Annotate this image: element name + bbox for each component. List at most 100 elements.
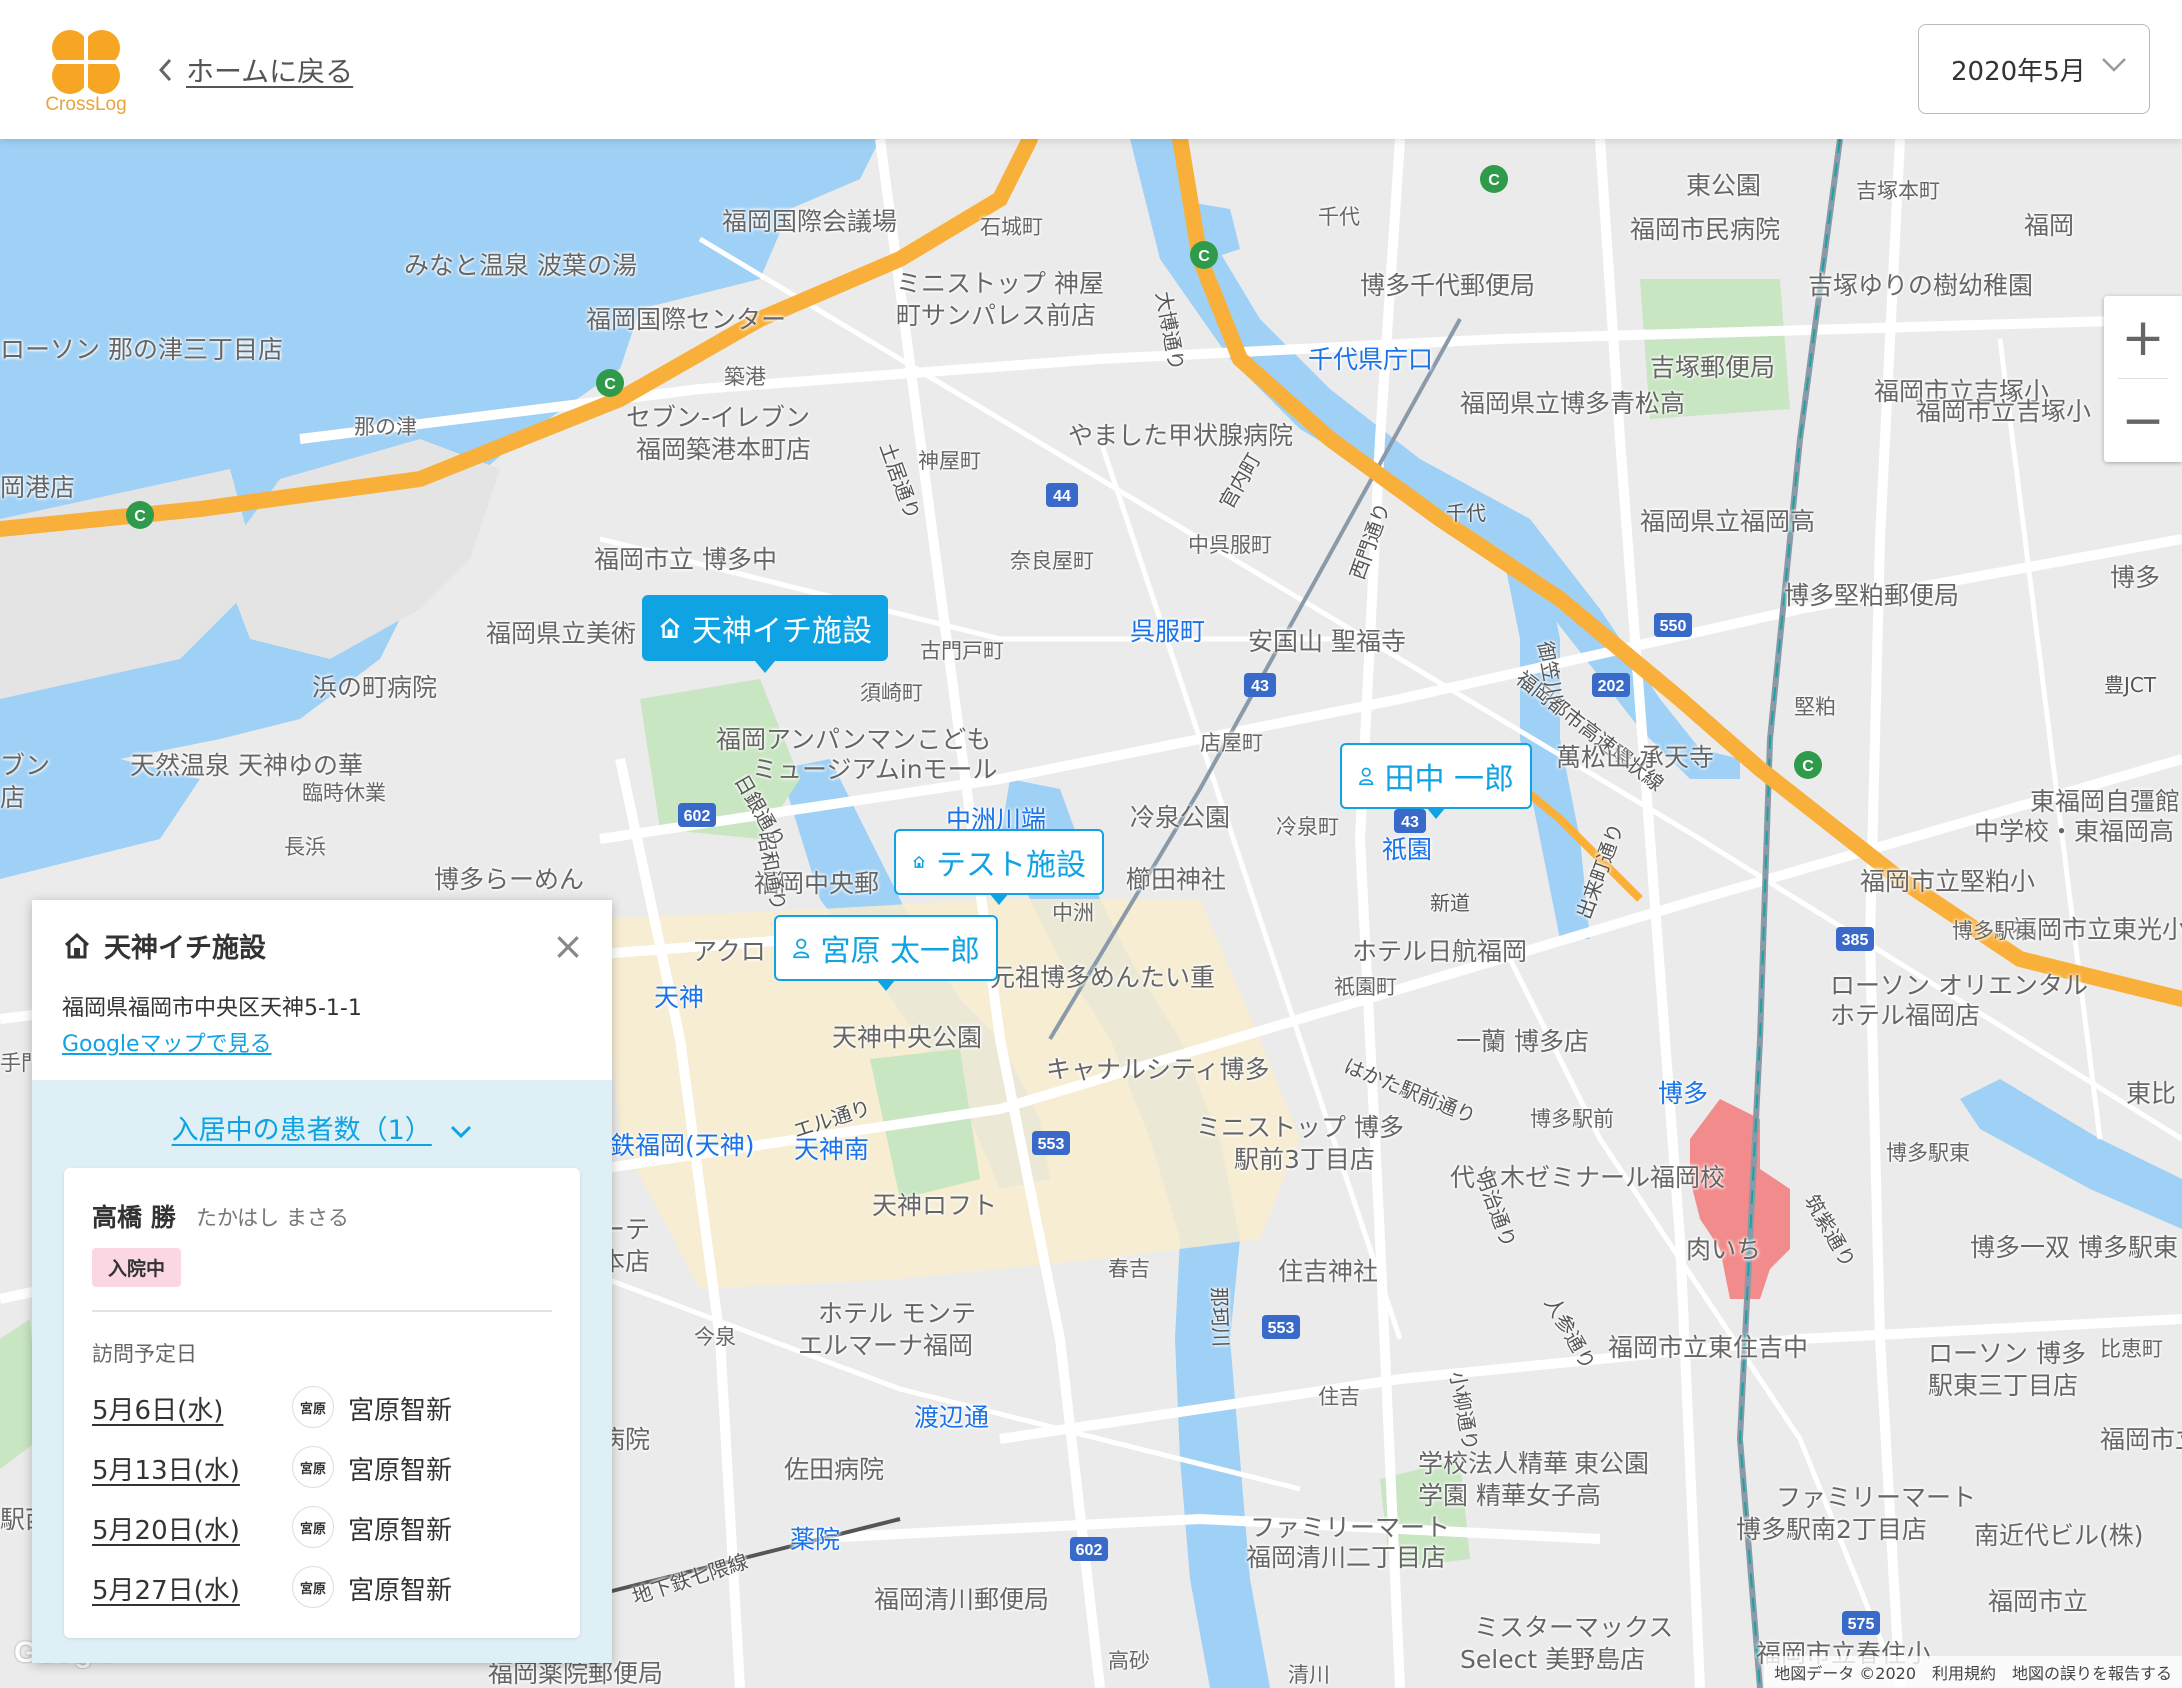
station-label[interactable]: 博多 bbox=[1658, 1079, 1708, 1109]
station-label[interactable]: 千代県庁口 bbox=[1308, 345, 1433, 375]
visit-row: 5月27日(水) 宮原 宮原智新 bbox=[92, 1564, 562, 1608]
poi-label: 福岡市立 bbox=[1988, 1587, 2089, 1616]
poi-label: 福岡市立 博多中 bbox=[594, 545, 777, 574]
poi-label: 元祖博多めんたい重 bbox=[990, 963, 1216, 992]
junction-label: 豊JCT bbox=[2104, 673, 2157, 697]
close-button[interactable]: × bbox=[552, 924, 584, 968]
zoom-controls: + − bbox=[2104, 296, 2182, 462]
station-label[interactable]: 薬院 bbox=[790, 1525, 840, 1555]
poi-label: ミスターマックス bbox=[1474, 1613, 1674, 1642]
poi-label: 今泉 bbox=[694, 1325, 736, 1349]
map-attribution[interactable]: 地図データ ©2020 利用規約 地図の誤りを報告する bbox=[1764, 1656, 2182, 1688]
poi-label: 東比 bbox=[2126, 1079, 2177, 1108]
poi-label: 店 bbox=[0, 783, 26, 812]
back-to-home-link[interactable]: ホームに戻る bbox=[158, 50, 353, 90]
poi-label: 東公園 bbox=[1574, 1449, 1650, 1478]
poi-label: 福岡清川二丁目店 bbox=[1246, 1543, 1447, 1572]
poi-label: 清川 bbox=[1288, 1663, 1330, 1687]
poi-label: 博多駅東 bbox=[1952, 919, 2036, 943]
station-label[interactable]: 鉄福岡(天神) bbox=[610, 1131, 755, 1161]
status-badge: 入院中 bbox=[92, 1248, 182, 1287]
station-label[interactable]: 祇園 bbox=[1382, 835, 1432, 865]
poi-label: 佐田病院 bbox=[784, 1455, 885, 1484]
zoom-out-button[interactable]: − bbox=[2104, 379, 2182, 462]
zoom-divider bbox=[2118, 378, 2168, 379]
poi-label: 博多千代郵便局 bbox=[1360, 271, 1536, 300]
marker-tip bbox=[876, 979, 896, 991]
poi-label: 萬松山 承天寺 bbox=[1556, 743, 1714, 772]
poi-label: ミニストップ 神屋 bbox=[896, 269, 1104, 298]
poi-label: 東公園 bbox=[1686, 171, 1762, 200]
marker-tip bbox=[1426, 807, 1446, 819]
chevron-down-icon bbox=[2102, 58, 2126, 72]
facility-marker[interactable]: 天神イチ施設 bbox=[642, 595, 888, 673]
poi-label: キャナルシティ博多 bbox=[1046, 1055, 1270, 1084]
staff-name: 宮原智新 bbox=[348, 1456, 453, 1486]
month-select[interactable]: 2020年5月 bbox=[1918, 24, 2150, 114]
facility-marker[interactable]: テスト施設 bbox=[894, 829, 1104, 905]
app-header: CrossLog ホームに戻る 2020年5月 bbox=[0, 0, 2182, 139]
staff-name: 宮原智新 bbox=[348, 1516, 453, 1546]
patient-marker-label: 田中 一郎 bbox=[1384, 762, 1514, 797]
poi-label: 福岡市民病院 bbox=[1630, 215, 1781, 244]
visit-date-link[interactable]: 5月20日(水) bbox=[92, 1510, 240, 1547]
staff-name: 宮原智新 bbox=[348, 1576, 453, 1606]
patient-card: 高橋 勝 たかはし まさる 入院中 訪問予定日 5月6日(水) 宮原 宮原智新 … bbox=[64, 1168, 580, 1638]
chevron-down-icon bbox=[451, 1125, 472, 1139]
staff-avatar: 宮原 bbox=[292, 1446, 334, 1488]
poi-label: ローソン 博多 bbox=[1928, 1339, 2086, 1368]
poi-label: 肉いち bbox=[1686, 1235, 1762, 1264]
visit-row: 5月13日(水) 宮原 宮原智新 bbox=[92, 1444, 562, 1488]
patient-marker[interactable]: 田中 一郎 bbox=[1340, 743, 1532, 819]
visit-date-link[interactable]: 5月13日(水) bbox=[92, 1450, 240, 1487]
poi-label: 那の津 bbox=[354, 415, 417, 439]
poi-label: ミニストップ 博多 bbox=[1196, 1113, 1404, 1142]
poi-label: 築港 bbox=[724, 365, 766, 389]
visit-row: 5月6日(水) 宮原 宮原智新 bbox=[92, 1384, 562, 1428]
poi-label: 比恵町 bbox=[2100, 1337, 2163, 1361]
poi-label: 南近代ビル(株) bbox=[1974, 1521, 2144, 1550]
poi-label: みなと温泉 波葉の湯 bbox=[404, 251, 637, 280]
zoom-in-button[interactable]: + bbox=[2104, 296, 2182, 379]
poi-label: 天神ロフト bbox=[872, 1191, 998, 1220]
poi-label: 福岡市立 bbox=[2100, 1425, 2182, 1454]
station-label[interactable]: 天神 bbox=[654, 983, 704, 1013]
poi-label: やました甲状腺病院 bbox=[1068, 421, 1294, 450]
poi-label: 中学校・東福岡高 bbox=[1974, 817, 2175, 846]
home-icon bbox=[64, 932, 90, 958]
patient-marker-label: 宮原 太一郎 bbox=[820, 934, 980, 969]
poi-label: 町サンパレス前店 bbox=[896, 301, 1097, 330]
river-label: 那珂川 bbox=[1206, 1286, 1234, 1348]
poi-label: 春吉 bbox=[1108, 1257, 1150, 1281]
chevron-left-icon bbox=[158, 58, 172, 82]
poi-label: 博多一双 博多駅東 bbox=[1970, 1233, 2178, 1262]
google-maps-link[interactable]: Googleマップで見る bbox=[62, 1026, 272, 1058]
poi-label: 福岡国際会議場 bbox=[722, 207, 898, 236]
staff-avatar: 宮原 bbox=[292, 1506, 334, 1548]
poi-label: 祇園町 bbox=[1334, 975, 1397, 999]
poi-label: ミュージアムinモール bbox=[752, 755, 998, 784]
visit-date-link[interactable]: 5月27日(水) bbox=[92, 1570, 240, 1607]
poi-label: 冷泉町 bbox=[1276, 815, 1339, 839]
poi-label: 博多らーめん bbox=[434, 865, 585, 894]
visit-date-link[interactable]: 5月6日(水) bbox=[92, 1390, 223, 1427]
poi-label: 冷泉公園 bbox=[1130, 803, 1231, 832]
station-label[interactable]: 渡辺通 bbox=[914, 1403, 989, 1433]
month-select-value: 2020年5月 bbox=[1951, 56, 2086, 87]
poi-label: 店屋町 bbox=[1200, 731, 1263, 755]
poi-label: 臨時休業 bbox=[302, 781, 386, 805]
poi-label: 福岡県立福岡高 bbox=[1640, 507, 1816, 536]
poi-label: 浜の町病院 bbox=[312, 673, 438, 702]
poi-label: 石城町 bbox=[980, 215, 1043, 239]
poi-label: 学園 精華女子高 bbox=[1418, 1481, 1601, 1510]
poi-label: 福岡県立博多青松高 bbox=[1460, 389, 1686, 418]
staff-avatar: 宮原 bbox=[292, 1386, 334, 1428]
poi-label: ブン bbox=[0, 751, 51, 780]
poi-label: 千代 bbox=[1318, 205, 1360, 229]
station-label[interactable]: 呉服町 bbox=[1130, 617, 1205, 647]
poi-label: 福岡市立堅粕小 bbox=[1860, 867, 2036, 896]
patient-marker[interactable]: 宮原 太一郎 bbox=[774, 915, 998, 991]
visit-row: 5月20日(水) 宮原 宮原智新 bbox=[92, 1504, 562, 1548]
patients-toggle[interactable]: 入居中の患者数（1） bbox=[32, 1108, 612, 1147]
staff-avatar: 宮原 bbox=[292, 1566, 334, 1608]
